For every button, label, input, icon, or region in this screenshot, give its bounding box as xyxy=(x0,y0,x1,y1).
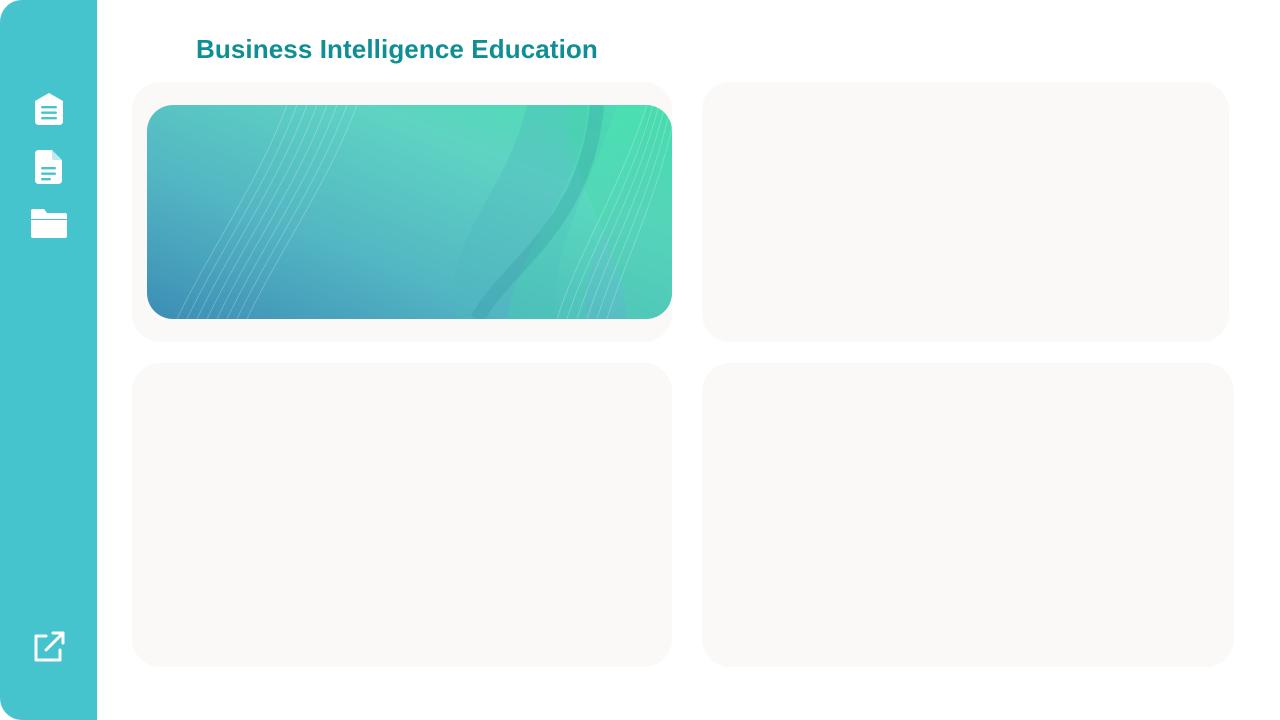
sidebar-item-documents[interactable] xyxy=(29,147,69,187)
folder-icon xyxy=(31,209,67,238)
library-icon xyxy=(35,93,63,125)
sidebar-item-library[interactable] xyxy=(29,89,69,129)
sidebar-external-link[interactable] xyxy=(29,627,69,667)
card-bottom-right xyxy=(702,363,1234,667)
document-icon xyxy=(35,150,62,184)
page-title: Business Intelligence Education xyxy=(196,34,598,64)
card-bottom-left xyxy=(132,363,672,667)
sidebar xyxy=(0,0,97,720)
sidebar-item-folders[interactable] xyxy=(29,203,69,243)
external-link-icon xyxy=(34,631,65,662)
banner-image xyxy=(147,105,672,319)
card-top-right xyxy=(702,82,1229,342)
